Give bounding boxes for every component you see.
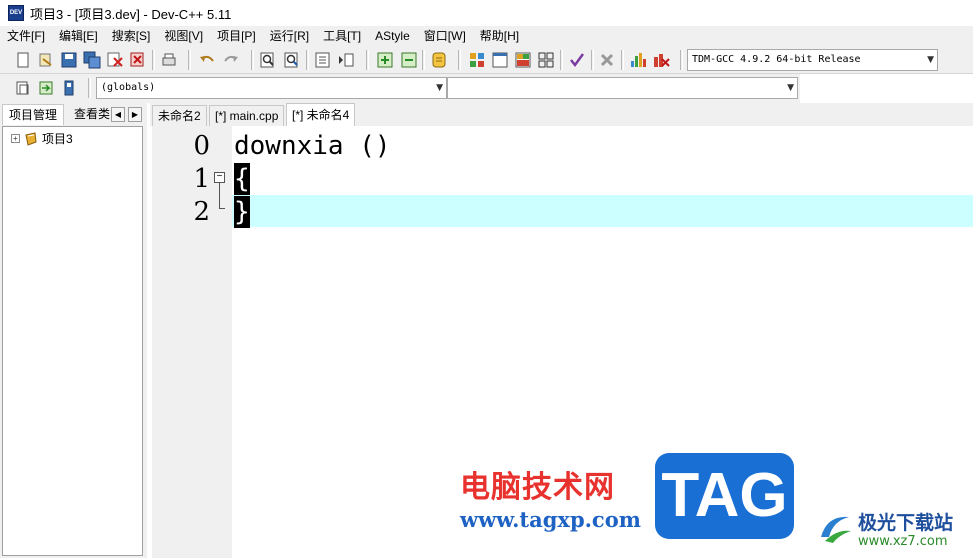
stop-execution-icon[interactable] (598, 51, 616, 69)
editor-tab-bar: 未命名2 [*] main.cpp [*] 未命名4 (150, 103, 973, 126)
code-line-brace-close: } (234, 196, 250, 228)
toolbar-separator (591, 50, 594, 70)
watermark-url: www.tagxp.com (460, 507, 641, 532)
close-file-icon[interactable] (106, 51, 124, 69)
scope-select[interactable]: (globals) ▼ (96, 77, 447, 99)
fold-collapse-icon[interactable]: − (214, 172, 225, 183)
chevron-down-icon: ▼ (436, 83, 443, 93)
insert-icon[interactable] (14, 79, 32, 97)
toolbar-separator (366, 50, 369, 70)
code-line: downxia () (234, 131, 391, 161)
menu-view[interactable]: 视图[V] (157, 26, 210, 46)
toolbar-separator (152, 50, 155, 70)
compile-run-icon[interactable] (514, 51, 532, 69)
delete-profile-icon[interactable] (652, 51, 670, 69)
panel-tabs: 项目管理 查看类 ◀ ▶ (2, 104, 147, 125)
line-number: 0 (193, 131, 210, 161)
expand-icon[interactable]: + (11, 134, 20, 143)
toolbar-separator (680, 50, 683, 70)
menu-project[interactable]: 项目[P] (210, 26, 263, 46)
menu-search[interactable]: 搜索[S] (105, 26, 158, 46)
tab-unnamed4[interactable]: [*] 未命名4 (286, 103, 356, 126)
line-number: 2 (193, 197, 210, 227)
chevron-down-icon: ▼ (927, 55, 934, 65)
menu-run[interactable]: 运行[R] (263, 26, 316, 46)
toolbar-separator (251, 50, 254, 70)
rebuild-all-icon[interactable] (537, 51, 555, 69)
toggle-bookmark-icon[interactable] (37, 79, 55, 97)
menu-edit[interactable]: 编辑[E] (52, 26, 105, 46)
menu-help[interactable]: 帮助[H] (473, 26, 526, 46)
tab-scroll-left-icon[interactable]: ◀ (111, 107, 125, 122)
code-line-brace-open: { (234, 163, 250, 195)
print-icon[interactable] (160, 51, 178, 69)
toolbar-separator (458, 50, 461, 70)
compile-icon[interactable] (468, 51, 486, 69)
menu-bar: 文件[F] 编辑[E] 搜索[S] 视图[V] 项目[P] 运行[R] 工具[T… (0, 26, 973, 46)
menu-astyle[interactable]: AStyle (368, 26, 417, 46)
menu-file[interactable]: 文件[F] (0, 26, 52, 46)
watermark-swirl-icon (821, 516, 851, 543)
toolbar-separator (88, 78, 91, 98)
scope-select-value: (globals) (101, 82, 156, 93)
replace-icon[interactable] (283, 51, 301, 69)
toolbar-separator (422, 50, 425, 70)
watermark-site-name: 极光下载站 (858, 512, 954, 534)
save-icon[interactable] (60, 51, 78, 69)
tab-scroll-right-icon[interactable]: ▶ (128, 107, 142, 122)
toolbar-separator (621, 50, 624, 70)
tab-main-cpp[interactable]: [*] main.cpp (209, 105, 285, 126)
function-select[interactable]: ▼ (447, 77, 798, 99)
add-to-project-icon[interactable] (376, 51, 394, 69)
class-toolbar: (globals) ▼ ▼ (0, 74, 800, 103)
save-all-icon[interactable] (83, 51, 101, 69)
main-toolbar: TDM-GCC 4.9.2 64-bit Release ▼ (0, 46, 973, 74)
current-line-highlight (232, 195, 973, 227)
syntax-check-icon[interactable] (568, 51, 586, 69)
watermark-tag-logo: TAG (655, 453, 794, 539)
tab-project-manager[interactable]: 项目管理 (2, 104, 65, 125)
goto-line-icon[interactable] (314, 51, 332, 69)
toolbar-separator (306, 50, 309, 70)
profile-icon[interactable] (629, 51, 647, 69)
new-file-icon[interactable] (14, 51, 32, 69)
menu-tools[interactable]: 工具[T] (316, 26, 368, 46)
tree-node-project[interactable]: + 项目3 (11, 130, 73, 147)
indent-icon[interactable] (337, 51, 355, 69)
watermark-cn-text: 电脑技术网 (460, 470, 615, 505)
open-file-icon[interactable] (37, 51, 55, 69)
window-title: 项目3 - [项目3.dev] - Dev-C++ 5.11 (30, 6, 232, 22)
project-browser-panel: 项目管理 查看类 ◀ ▶ + 项目3 (0, 103, 147, 558)
toolbar-separator (560, 50, 563, 70)
compiler-select-value: TDM-GCC 4.9.2 64-bit Release (692, 54, 861, 65)
title-bar: DEV 项目3 - [项目3.dev] - Dev-C++ 5.11 (0, 0, 973, 26)
find-icon[interactable] (259, 51, 277, 69)
tab-unnamed2[interactable]: 未命名2 (152, 105, 207, 126)
devcpp-app-icon: DEV (8, 5, 24, 21)
fold-guide (219, 183, 225, 209)
menu-window[interactable]: 窗口[W] (417, 26, 473, 46)
compiler-select[interactable]: TDM-GCC 4.9.2 64-bit Release ▼ (687, 49, 938, 71)
project-options-icon[interactable] (430, 51, 448, 69)
undo-icon[interactable] (198, 51, 216, 69)
project-name: 项目3 (42, 132, 73, 146)
chevron-down-icon: ▼ (787, 83, 794, 93)
run-icon[interactable] (491, 51, 509, 69)
toolbar-separator (188, 50, 191, 70)
project-icon (25, 131, 37, 146)
project-tree: + 项目3 (2, 126, 143, 556)
remove-from-project-icon[interactable] (400, 51, 418, 69)
redo-icon[interactable] (222, 51, 240, 69)
tab-class-browser[interactable]: 查看类 (68, 104, 114, 125)
line-number: 1 (193, 164, 210, 194)
watermark-site-url: www.xz7.com (858, 534, 948, 549)
goto-bookmark-icon[interactable] (60, 79, 78, 97)
close-all-icon[interactable] (129, 51, 147, 69)
